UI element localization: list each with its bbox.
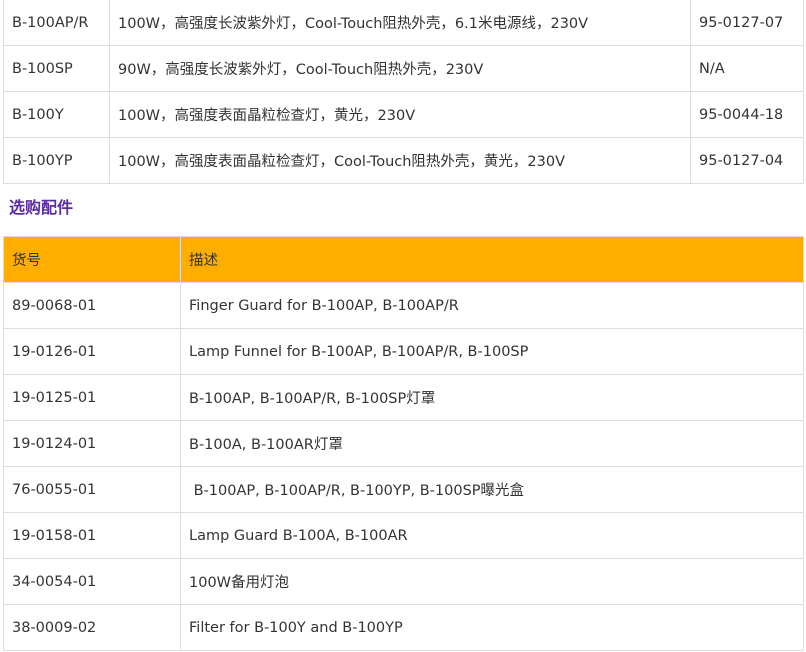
part-number-cell: 95-0044-18 — [690, 91, 804, 138]
description-cell: Lamp Guard B-100A, B-100AR — [180, 512, 804, 559]
table-row: 34-0054-01 100W备用灯泡 — [3, 558, 804, 605]
description-cell: 90W，高强度长波紫外灯，Cool-Touch阻热外壳，230V — [109, 45, 691, 92]
table-row: 76-0055-01 B-100AP, B-100AP/R, B-100YP, … — [3, 466, 804, 513]
table-row: 19-0158-01 Lamp Guard B-100A, B-100AR — [3, 512, 804, 559]
description-cell: Finger Guard for B-100AP, B-100AP/R — [180, 282, 804, 329]
description-cell: B-100AP, B-100AP/R, B-100YP, B-100SP曝光盒 — [180, 466, 804, 513]
accessories-heading: 选购配件 — [9, 198, 74, 217]
table-row: 38-0009-02 Filter for B-100Y and B-100YP — [3, 604, 804, 651]
description-cell: Lamp Funnel for B-100AP, B-100AP/R, B-10… — [180, 328, 804, 375]
accessories-table: 货号 描述 89-0068-01 Finger Guard for B-100A… — [3, 236, 804, 651]
part-number-cell: 19-0126-01 — [3, 328, 181, 375]
table-row: 19-0126-01 Lamp Funnel for B-100AP, B-10… — [3, 328, 804, 375]
description-cell: 100W备用灯泡 — [180, 558, 804, 605]
part-number-cell: 19-0125-01 — [3, 374, 181, 421]
model-cell: B-100Y — [3, 91, 110, 138]
table-row: B-100YP 100W，高强度表面晶粒检查灯，Cool-Touch阻热外壳，黄… — [3, 137, 804, 184]
table-row: B-100AP/R 100W，高强度长波紫外灯，Cool-Touch阻热外壳，6… — [3, 0, 804, 46]
model-cell: B-100YP — [3, 137, 110, 184]
part-number-cell: 89-0068-01 — [3, 282, 181, 329]
table-row: 89-0068-01 Finger Guard for B-100AP, B-1… — [3, 282, 804, 329]
table-row: 19-0125-01 B-100AP, B-100AP/R, B-100SP灯罩 — [3, 374, 804, 421]
part-number-cell: 19-0124-01 — [3, 420, 181, 467]
description-cell: 100W，高强度长波紫外灯，Cool-Touch阻热外壳，6.1米电源线，230… — [109, 0, 691, 46]
description-cell: B-100A, B-100AR灯罩 — [180, 420, 804, 467]
header-description: 描述 — [180, 236, 804, 283]
product-models-table: B-100AP/R 100W，高强度长波紫外灯，Cool-Touch阻热外壳，6… — [3, 0, 804, 184]
part-number-cell: 76-0055-01 — [3, 466, 181, 513]
model-cell: B-100SP — [3, 45, 110, 92]
model-cell: B-100AP/R — [3, 0, 110, 46]
header-part-number: 货号 — [3, 236, 181, 283]
table-header-row: 货号 描述 — [3, 236, 804, 283]
part-number-cell: 95-0127-04 — [690, 137, 804, 184]
part-number-cell: N/A — [690, 45, 804, 92]
table-row: 19-0124-01 B-100A, B-100AR灯罩 — [3, 420, 804, 467]
part-number-cell: 34-0054-01 — [3, 558, 181, 605]
description-cell: Filter for B-100Y and B-100YP — [180, 604, 804, 651]
part-number-cell: 95-0127-07 — [690, 0, 804, 46]
description-cell: 100W，高强度表面晶粒检查灯，黄光，230V — [109, 91, 691, 138]
table-row: B-100SP 90W，高强度长波紫外灯，Cool-Touch阻热外壳，230V… — [3, 45, 804, 92]
description-cell: 100W，高强度表面晶粒检查灯，Cool-Touch阻热外壳，黄光，230V — [109, 137, 691, 184]
table-row: B-100Y 100W，高强度表面晶粒检查灯，黄光，230V 95-0044-1… — [3, 91, 804, 138]
description-cell: B-100AP, B-100AP/R, B-100SP灯罩 — [180, 374, 804, 421]
part-number-cell: 38-0009-02 — [3, 604, 181, 651]
part-number-cell: 19-0158-01 — [3, 512, 181, 559]
